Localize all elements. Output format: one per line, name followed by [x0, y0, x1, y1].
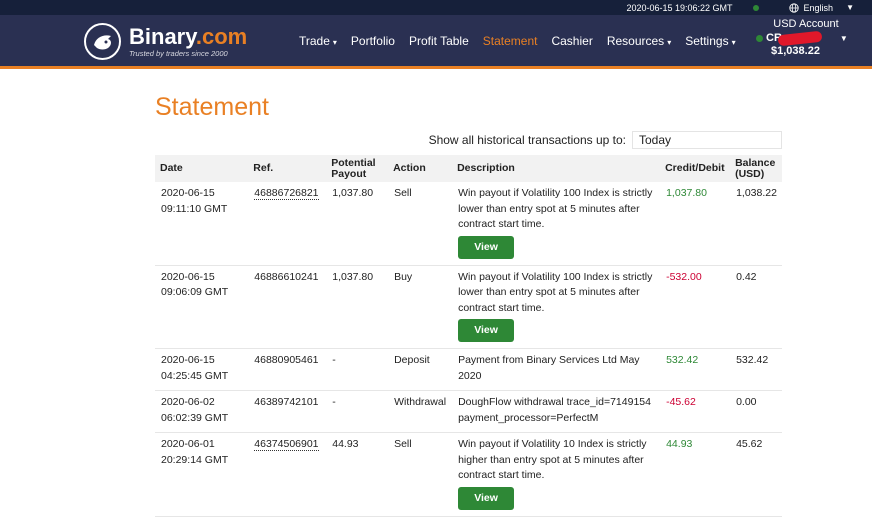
cell-description: Win payout if Volatility 10 Index is str…	[452, 432, 661, 517]
table-header-row: Date Ref. Potential Payout Action Descri…	[155, 155, 782, 182]
top-status-bar: 2020-06-15 19:06:22 GMT English ▼	[0, 0, 872, 15]
date-filter-label: Show all historical transactions up to:	[428, 133, 626, 147]
nav-item-portfolio[interactable]: Portfolio	[351, 34, 395, 48]
account-balance: $1,038.22	[771, 45, 820, 57]
page-title: Statement	[155, 93, 269, 121]
cell-ref: 46886610241	[248, 265, 327, 349]
cell-payout: 1,037.80	[326, 182, 389, 266]
bull-logo-icon	[84, 23, 121, 60]
column-header-credit: Credit/Debit	[660, 155, 731, 182]
cell-action: Deposit	[388, 348, 453, 391]
language-selector[interactable]: English ▼	[788, 2, 854, 13]
cell-ref: 46880905461	[248, 348, 327, 391]
brand-tagline: Trusted by traders since 2000	[129, 48, 228, 58]
cell-action: Withdrawal	[388, 390, 453, 433]
table-row: 2020-06-15 09:11:10 GMT 46886726821 1,037…	[155, 182, 782, 266]
cell-description: Win payout if Volatility 100 Index is st…	[452, 265, 661, 349]
nav-item-statement[interactable]: Statement	[483, 34, 538, 48]
column-header-payout: Potential Payout	[326, 155, 389, 182]
cell-description: Payment from Binary Services Ltd May 202…	[452, 348, 661, 391]
nav-item-trade[interactable]: Trade ▾	[299, 34, 337, 48]
chevron-down-icon: ▾	[731, 37, 736, 47]
cell-date: 2020-06-02 06:02:39 GMT	[155, 390, 249, 433]
date-filter: Show all historical transactions up to: …	[155, 131, 782, 149]
view-button[interactable]: View	[458, 319, 515, 342]
cell-payout: 1,037.80	[326, 265, 389, 349]
nav-item-settings[interactable]: Settings ▾	[685, 34, 735, 48]
chevron-down-icon: ▾	[332, 37, 337, 47]
main-nav: Trade ▾ Portfolio Profit Table Statement …	[299, 15, 750, 66]
view-button[interactable]: View	[458, 486, 515, 510]
column-header-date: Date	[155, 155, 249, 182]
cell-date: 2020-06-15 09:06:09 GMT	[155, 265, 249, 349]
cell-balance: 45.62	[730, 432, 782, 517]
account-title: USD Account	[773, 18, 839, 30]
server-datetime: 2020-06-15 19:06:22 GMT	[626, 2, 733, 13]
cell-credit: 44.93	[660, 432, 731, 517]
cell-balance: 0.42	[730, 265, 782, 349]
column-header-balance: Balance (USD)	[730, 155, 782, 182]
view-button[interactable]: View	[458, 235, 515, 259]
table-row: 2020-06-15 04:25:45 GMT 46880905461 - Dep…	[155, 348, 782, 391]
cell-credit: -532.00	[660, 265, 731, 349]
cell-date: 2020-06-15 04:25:45 GMT	[155, 348, 249, 391]
table-row: 2020-06-15 09:06:09 GMT 46886610241 1,037…	[155, 265, 782, 349]
chevron-down-icon: ▾	[667, 37, 672, 47]
cell-date: 2020-06-15 09:11:10 GMT	[155, 182, 249, 266]
cell-balance: 0.00	[730, 390, 782, 433]
globe-icon	[788, 2, 799, 13]
nav-item-resources[interactable]: Resources ▾	[607, 34, 671, 48]
cell-description: DoughFlow withdrawal trace_id=7149154 pa…	[452, 390, 661, 433]
statement-section: Statement Show all historical transactio…	[155, 93, 782, 517]
cell-payout: 44.93	[326, 432, 389, 517]
cell-credit: -45.62	[660, 390, 731, 433]
nav-item-cashier[interactable]: Cashier	[551, 34, 592, 48]
cell-balance: 532.42	[730, 348, 782, 391]
chevron-down-icon: ▼	[839, 33, 848, 43]
main-header: Binary.com Trusted by traders since 2000…	[0, 15, 872, 69]
table-row: 2020-06-01 20:29:14 GMT 46374506901 44.93…	[155, 432, 782, 517]
cell-credit: 1,037.80	[660, 182, 731, 266]
cell-credit: 532.42	[660, 348, 731, 391]
statement-table: Date Ref. Potential Payout Action Descri…	[155, 155, 782, 517]
redaction-mark	[777, 30, 823, 46]
table-row: 2020-06-02 06:02:39 GMT 46389742101 - Wit…	[155, 390, 782, 433]
cell-action: Buy	[388, 265, 453, 349]
column-header-ref: Ref.	[248, 155, 327, 182]
cell-payout: -	[326, 348, 389, 391]
connection-status-dot	[752, 4, 759, 11]
column-header-description: Description	[452, 155, 661, 182]
account-status-dot	[756, 34, 763, 42]
ref-link[interactable]: 46886726821	[254, 187, 319, 200]
brand-logo[interactable]: Binary.com Trusted by traders since 2000	[84, 23, 247, 60]
cell-date: 2020-06-01 20:29:14 GMT	[155, 432, 249, 517]
cell-description: Win payout if Volatility 100 Index is st…	[452, 182, 661, 266]
cell-ref: 46886726821	[248, 182, 327, 266]
cell-action: Sell	[388, 182, 453, 266]
account-switcher[interactable]: USD Account CR ▼ $1,038.22	[756, 18, 856, 57]
language-label: English	[803, 2, 834, 13]
date-filter-input[interactable]: Today	[632, 131, 782, 149]
brand-name: Binary.com	[129, 23, 248, 49]
cell-balance: 1,038.22	[730, 182, 782, 266]
nav-item-profit-table[interactable]: Profit Table	[409, 34, 469, 48]
cell-payout: -	[326, 390, 389, 433]
ref-link[interactable]: 46374506901	[254, 438, 319, 451]
cell-ref: 46389742101	[248, 390, 327, 433]
column-header-action: Action	[388, 155, 453, 182]
cell-ref: 46374506901	[248, 432, 327, 517]
cell-action: Sell	[388, 432, 453, 517]
chevron-down-icon: ▼	[846, 3, 854, 12]
